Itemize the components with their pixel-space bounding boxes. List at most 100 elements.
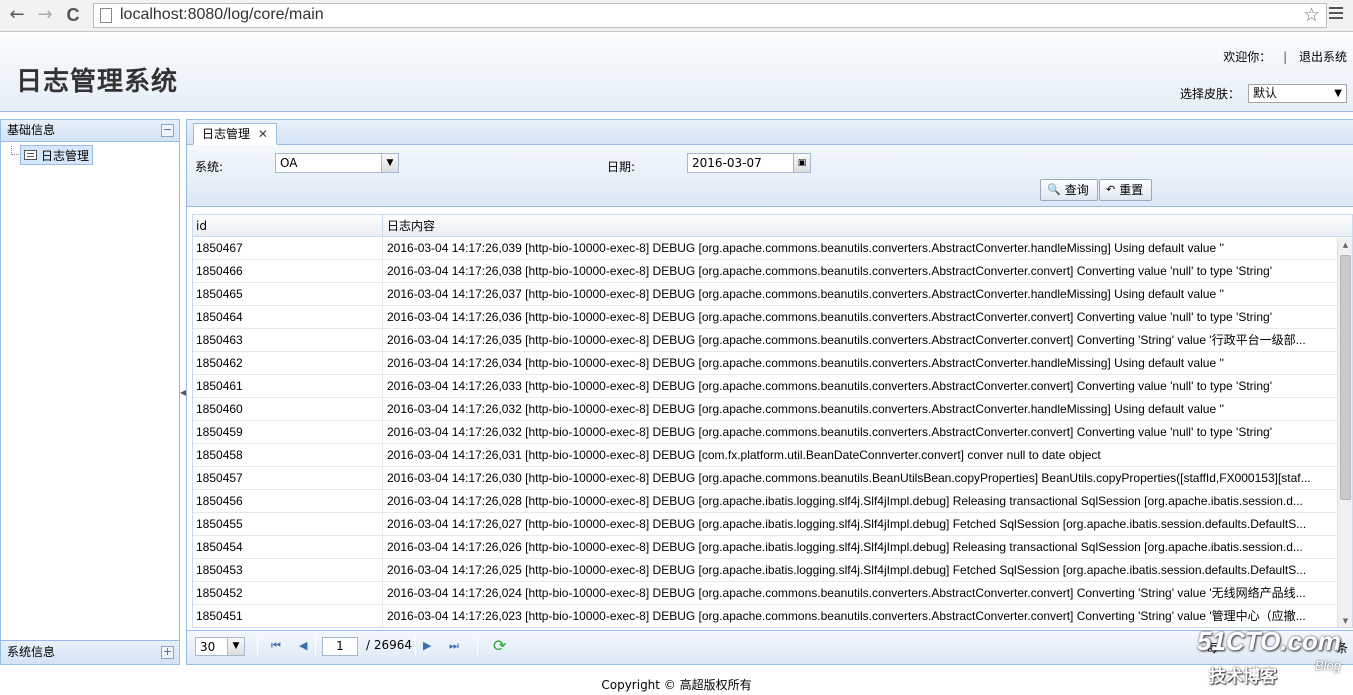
reset-button[interactable]: ↶ 重置 xyxy=(1099,179,1153,201)
date-field-value: 2016-03-07 xyxy=(692,156,762,170)
cell-content: 2016-03-04 14:17:26,027 [http-bio-10000-… xyxy=(387,517,1307,531)
welcome-text: 欢迎你： xyxy=(1223,50,1272,64)
next-page-icon[interactable]: ▶ xyxy=(423,639,431,652)
cell-content: 2016-03-04 14:17:26,032 [http-bio-10000-… xyxy=(387,425,1272,439)
forward-button[interactable]: → xyxy=(34,4,56,26)
refresh-icon[interactable]: ⟳ xyxy=(493,636,506,655)
expand-icon[interactable]: + xyxy=(161,646,174,659)
user-bar-separator: | xyxy=(1283,50,1288,64)
cell-id: 1850453 xyxy=(193,559,383,581)
copyright-text: Copyright © 高超版权所有 xyxy=(601,678,752,692)
table-row[interactable]: 1850451 2016-03-04 14:17:26,023 [http-bio… xyxy=(193,605,1352,627)
cell-content: 2016-03-04 14:17:26,026 [http-bio-10000-… xyxy=(387,540,1303,554)
cell-content: 2016-03-04 14:17:26,031 [http-bio-10000-… xyxy=(387,448,1101,462)
tab-strip: 日志管理 ✕ xyxy=(187,120,1353,145)
cell-content: 2016-03-04 14:17:26,025 [http-bio-10000-… xyxy=(387,563,1307,577)
log-grid: id 日志内容 1850467 2016-03-04 14:17:26,039 [… xyxy=(192,214,1353,628)
cell-id: 1850463 xyxy=(193,329,383,351)
table-row[interactable]: 1850464 2016-03-04 14:17:26,036 [http-bio… xyxy=(193,306,1352,329)
calendar-icon[interactable]: ▣ xyxy=(793,154,810,172)
scroll-thumb[interactable] xyxy=(1340,255,1351,500)
watermark-blog: Blog xyxy=(1314,658,1341,673)
collapse-icon[interactable]: − xyxy=(161,124,174,137)
skin-select-value: 默认 xyxy=(1253,86,1278,100)
cell-id: 1850459 xyxy=(193,421,383,443)
system-label: 系统: xyxy=(195,160,224,174)
date-field[interactable]: 2016-03-07 ▣ xyxy=(687,153,811,173)
cell-content: 2016-03-04 14:17:26,039 [http-bio-10000-… xyxy=(387,241,1225,255)
query-button-label: 查询 xyxy=(1064,183,1089,197)
cell-id: 1850466 xyxy=(193,260,383,282)
close-icon[interactable]: ✕ xyxy=(258,127,268,141)
column-header-content[interactable]: 日志内容 xyxy=(383,215,1352,236)
scroll-up-icon[interactable]: ▲ xyxy=(1338,238,1352,253)
table-row[interactable]: 1850452 2016-03-04 14:17:26,024 [http-bio… xyxy=(193,582,1352,605)
grid-header: id 日志内容 xyxy=(193,215,1352,237)
cell-content: 2016-03-04 14:17:26,032 [http-bio-10000-… xyxy=(387,402,1225,416)
cell-id: 1850451 xyxy=(193,605,383,627)
table-row[interactable]: 1850465 2016-03-04 14:17:26,037 [http-bio… xyxy=(193,283,1352,306)
pager-separator xyxy=(415,637,416,657)
table-row[interactable]: 1850454 2016-03-04 14:17:26,026 [http-bio… xyxy=(193,536,1352,559)
cell-id: 1850455 xyxy=(193,513,383,535)
page-footer: Copyright © 高超版权所有 xyxy=(0,670,1353,695)
tab-label: 日志管理 xyxy=(202,127,251,141)
cell-id: 1850460 xyxy=(193,398,383,420)
user-bar: 欢迎你： | 退出系统 xyxy=(1223,48,1347,65)
table-row[interactable]: 1850455 2016-03-04 14:17:26,027 [http-bio… xyxy=(193,513,1352,536)
table-row[interactable]: 1850456 2016-03-04 14:17:26,028 [http-bio… xyxy=(193,490,1352,513)
app-title: 日志管理系统 xyxy=(16,67,179,97)
cell-id: 1850454 xyxy=(193,536,383,558)
address-bar[interactable]: localhost:8080/log/core/main ☆ xyxy=(93,3,1327,28)
cell-id: 1850461 xyxy=(193,375,383,397)
table-row[interactable]: 1850457 2016-03-04 14:17:26,030 [http-bio… xyxy=(193,467,1352,490)
pager-separator xyxy=(257,637,258,657)
first-page-icon[interactable]: ⏮ xyxy=(271,639,281,653)
vertical-scrollbar[interactable]: ▲ ▼ xyxy=(1337,238,1352,627)
bookmark-star-icon[interactable]: ☆ xyxy=(1303,4,1320,26)
table-row[interactable]: 1850466 2016-03-04 14:17:26,038 [http-bio… xyxy=(193,260,1352,283)
table-row[interactable]: 1850462 2016-03-04 14:17:26,034 [http-bio… xyxy=(193,352,1352,375)
tree-item-log-management[interactable]: 日志管理 xyxy=(20,145,94,165)
column-header-id[interactable]: id xyxy=(193,215,383,236)
date-label: 日期: xyxy=(607,160,636,174)
prev-page-icon[interactable]: ◀ xyxy=(299,639,307,652)
table-row[interactable]: 1850453 2016-03-04 14:17:26,025 [http-bio… xyxy=(193,559,1352,582)
cell-content: 2016-03-04 14:17:26,035 [http-bio-10000-… xyxy=(387,333,1306,347)
table-row[interactable]: 1850461 2016-03-04 14:17:26,033 [http-bio… xyxy=(193,375,1352,398)
page-number-input[interactable]: 1 xyxy=(322,637,358,656)
west-panel-footer[interactable]: 系统信息 + xyxy=(1,640,179,664)
cell-id: 1850464 xyxy=(193,306,383,328)
system-select-value: OA xyxy=(280,156,298,170)
system-select[interactable]: OA ▼ xyxy=(275,153,399,173)
table-row[interactable]: 1850458 2016-03-04 14:17:26,031 [http-bio… xyxy=(193,444,1352,467)
browser-toolbar: ← → C localhost:8080/log/core/main ☆ xyxy=(0,0,1353,32)
skin-select[interactable]: 默认 ▼ xyxy=(1248,84,1347,103)
cell-id: 1850467 xyxy=(193,237,383,259)
query-button[interactable]: 🔍 查询 xyxy=(1040,179,1098,201)
table-row[interactable]: 1850467 2016-03-04 14:17:26,039 [http-bio… xyxy=(193,237,1352,260)
tree-item-label: 日志管理 xyxy=(41,148,90,163)
page-icon xyxy=(100,8,112,23)
table-row[interactable]: 1850459 2016-03-04 14:17:26,032 [http-bio… xyxy=(193,421,1352,444)
tab-log-management[interactable]: 日志管理 ✕ xyxy=(193,123,277,145)
skin-label: 选择皮肤： xyxy=(1179,87,1240,101)
reload-button[interactable]: C xyxy=(62,4,84,26)
cell-id: 1850458 xyxy=(193,444,383,466)
tree-connector xyxy=(11,146,19,155)
last-page-icon[interactable]: ⏭ xyxy=(449,639,459,653)
browser-menu-icon[interactable] xyxy=(1329,7,1343,21)
chevron-down-icon: ▼ xyxy=(381,154,398,172)
cell-content: 2016-03-04 14:17:26,030 [http-bio-10000-… xyxy=(387,471,1311,485)
cell-content: 2016-03-04 14:17:26,034 [http-bio-10000-… xyxy=(387,356,1225,370)
back-button[interactable]: ← xyxy=(6,4,28,26)
watermark-caption: 技术博客 xyxy=(1209,667,1277,687)
search-icon: 🔍 xyxy=(1047,183,1061,196)
table-row[interactable]: 1850460 2016-03-04 14:17:26,032 [http-bio… xyxy=(193,398,1352,421)
cell-id: 1850452 xyxy=(193,582,383,604)
table-row[interactable]: 1850463 2016-03-04 14:17:26,035 [http-bio… xyxy=(193,329,1352,352)
logout-link[interactable]: 退出系统 xyxy=(1299,50,1347,64)
watermark: 51CTO.com 技术博客 Blog xyxy=(1197,624,1349,690)
chevron-down-icon: ▼ xyxy=(227,638,244,655)
page-size-select[interactable]: 30 ▼ xyxy=(195,637,245,656)
